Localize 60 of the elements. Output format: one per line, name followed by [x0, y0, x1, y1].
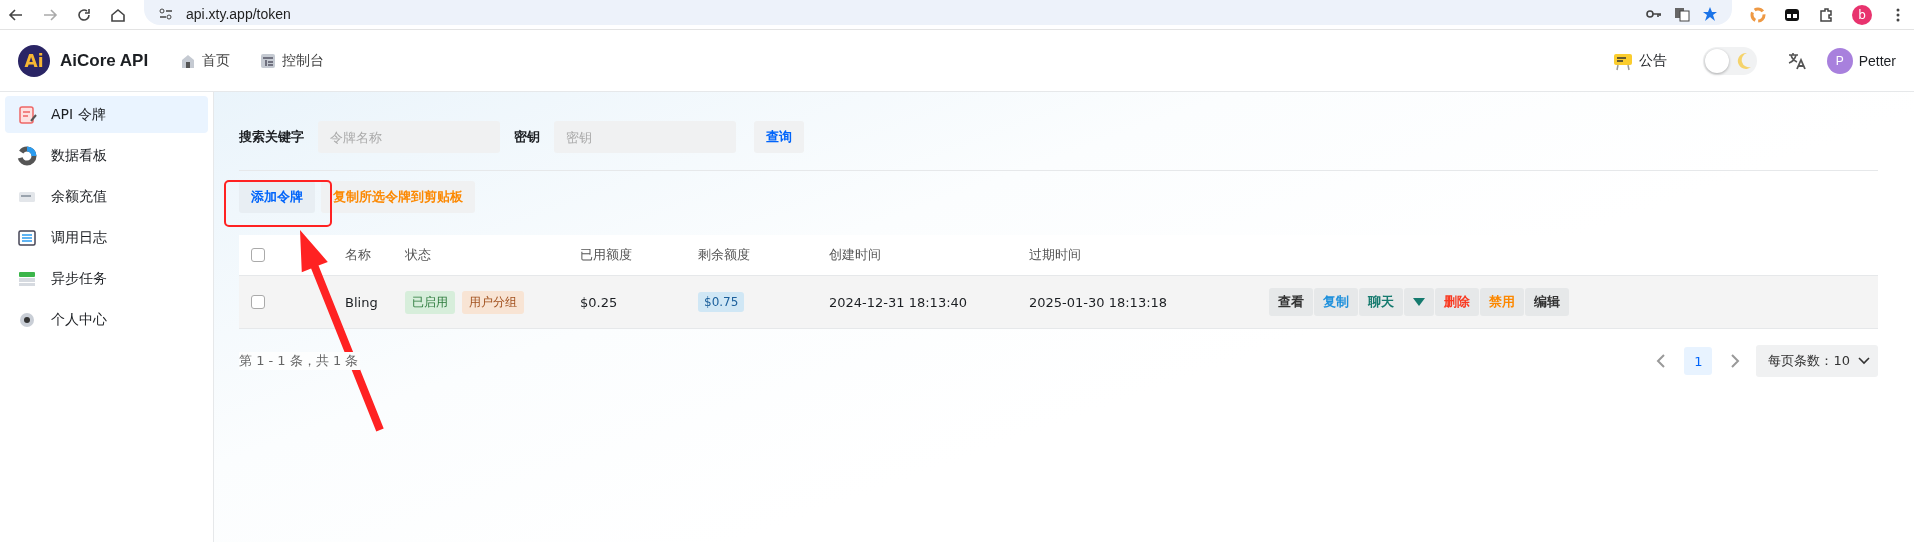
add-button[interactable]: 添加令牌: [239, 181, 315, 213]
puzzle-icon[interactable]: [1818, 6, 1834, 23]
clipboard-icon: [17, 104, 37, 125]
ring-icon[interactable]: [1750, 6, 1766, 23]
sidebar-item[interactable]: API 令牌: [5, 96, 208, 133]
checkbox[interactable]: [251, 248, 265, 262]
sidebar-item[interactable]: 数据看板: [5, 137, 208, 174]
page-size-select[interactable]: 每页条数：10: [1756, 345, 1878, 377]
nav-link[interactable]: 首页: [176, 47, 235, 74]
moon-icon: [1735, 51, 1752, 70]
sidebar-item[interactable]: 个人中心: [5, 301, 208, 338]
page-button[interactable]: 1: [1684, 347, 1713, 375]
reload-icon[interactable]: [76, 6, 92, 23]
column-header: 名称: [345, 246, 372, 264]
user-name[interactable]: Petter: [1858, 52, 1896, 69]
search-field[interactable]: 令牌名称: [318, 121, 500, 153]
column-header: 剩余额度: [698, 246, 751, 264]
field-label: 密钥: [514, 128, 540, 146]
theme-toggle[interactable]: [1702, 46, 1757, 75]
back-icon[interactable]: [8, 6, 24, 23]
action-button[interactable]: 编辑: [1525, 288, 1569, 316]
brand-name: AiCore API: [60, 50, 149, 71]
action-button[interactable]: 查看: [1269, 288, 1313, 316]
sidebar-item[interactable]: 调用日志: [5, 219, 208, 256]
home-icon[interactable]: [110, 6, 126, 23]
status-tag: 用户分组: [462, 290, 524, 314]
extension-icon[interactable]: [1784, 6, 1800, 23]
star-icon[interactable]: [1702, 5, 1718, 22]
quota-tag: $0.75: [698, 292, 745, 312]
table-cell-text: $0.25: [580, 294, 619, 310]
nav-link[interactable]: 控制台: [256, 47, 329, 74]
field-label: 搜索关键字: [239, 128, 304, 146]
donut-chart-icon: [17, 145, 37, 166]
home-icon: [180, 52, 197, 69]
forward-icon[interactable]: [42, 6, 58, 23]
logo: Ai: [18, 44, 50, 77]
list-icon: [17, 227, 37, 248]
column-header: 已用额度: [580, 246, 633, 264]
notice-link[interactable]: 公告: [1608, 46, 1671, 75]
sidebar-item[interactable]: 余额充值: [5, 178, 208, 215]
search-button[interactable]: 查询: [754, 121, 804, 153]
chevron-down-icon: [1858, 357, 1870, 365]
column-header: 过期时间: [1029, 246, 1082, 264]
dropdown-button[interactable]: [1404, 288, 1434, 316]
action-button[interactable]: 聊天: [1359, 288, 1403, 316]
column-header: 创建时间: [829, 246, 882, 264]
checkbox[interactable]: [251, 295, 265, 309]
table-cell-text: 2024-12-31 18:13:40: [829, 294, 969, 310]
caret-icon: [1413, 298, 1425, 306]
sidebar-item[interactable]: 异步任务: [5, 260, 208, 297]
table-cell-text: 2025-01-30 18:13:18: [1029, 294, 1169, 310]
site-settings-icon[interactable]: [158, 5, 174, 22]
status-tag: 已启用: [405, 290, 455, 314]
address-bar[interactable]: api.xty.app/token: [144, 0, 1732, 25]
table-cell-text: Bling: [345, 294, 379, 310]
pagination-summary: 第 1 - 1 条，共 1 条: [239, 352, 361, 370]
search-field[interactable]: 密钥: [554, 121, 736, 153]
table-icon: [260, 52, 277, 69]
profile-avatar[interactable]: b: [1852, 4, 1872, 25]
column-header: 状态: [405, 246, 432, 264]
